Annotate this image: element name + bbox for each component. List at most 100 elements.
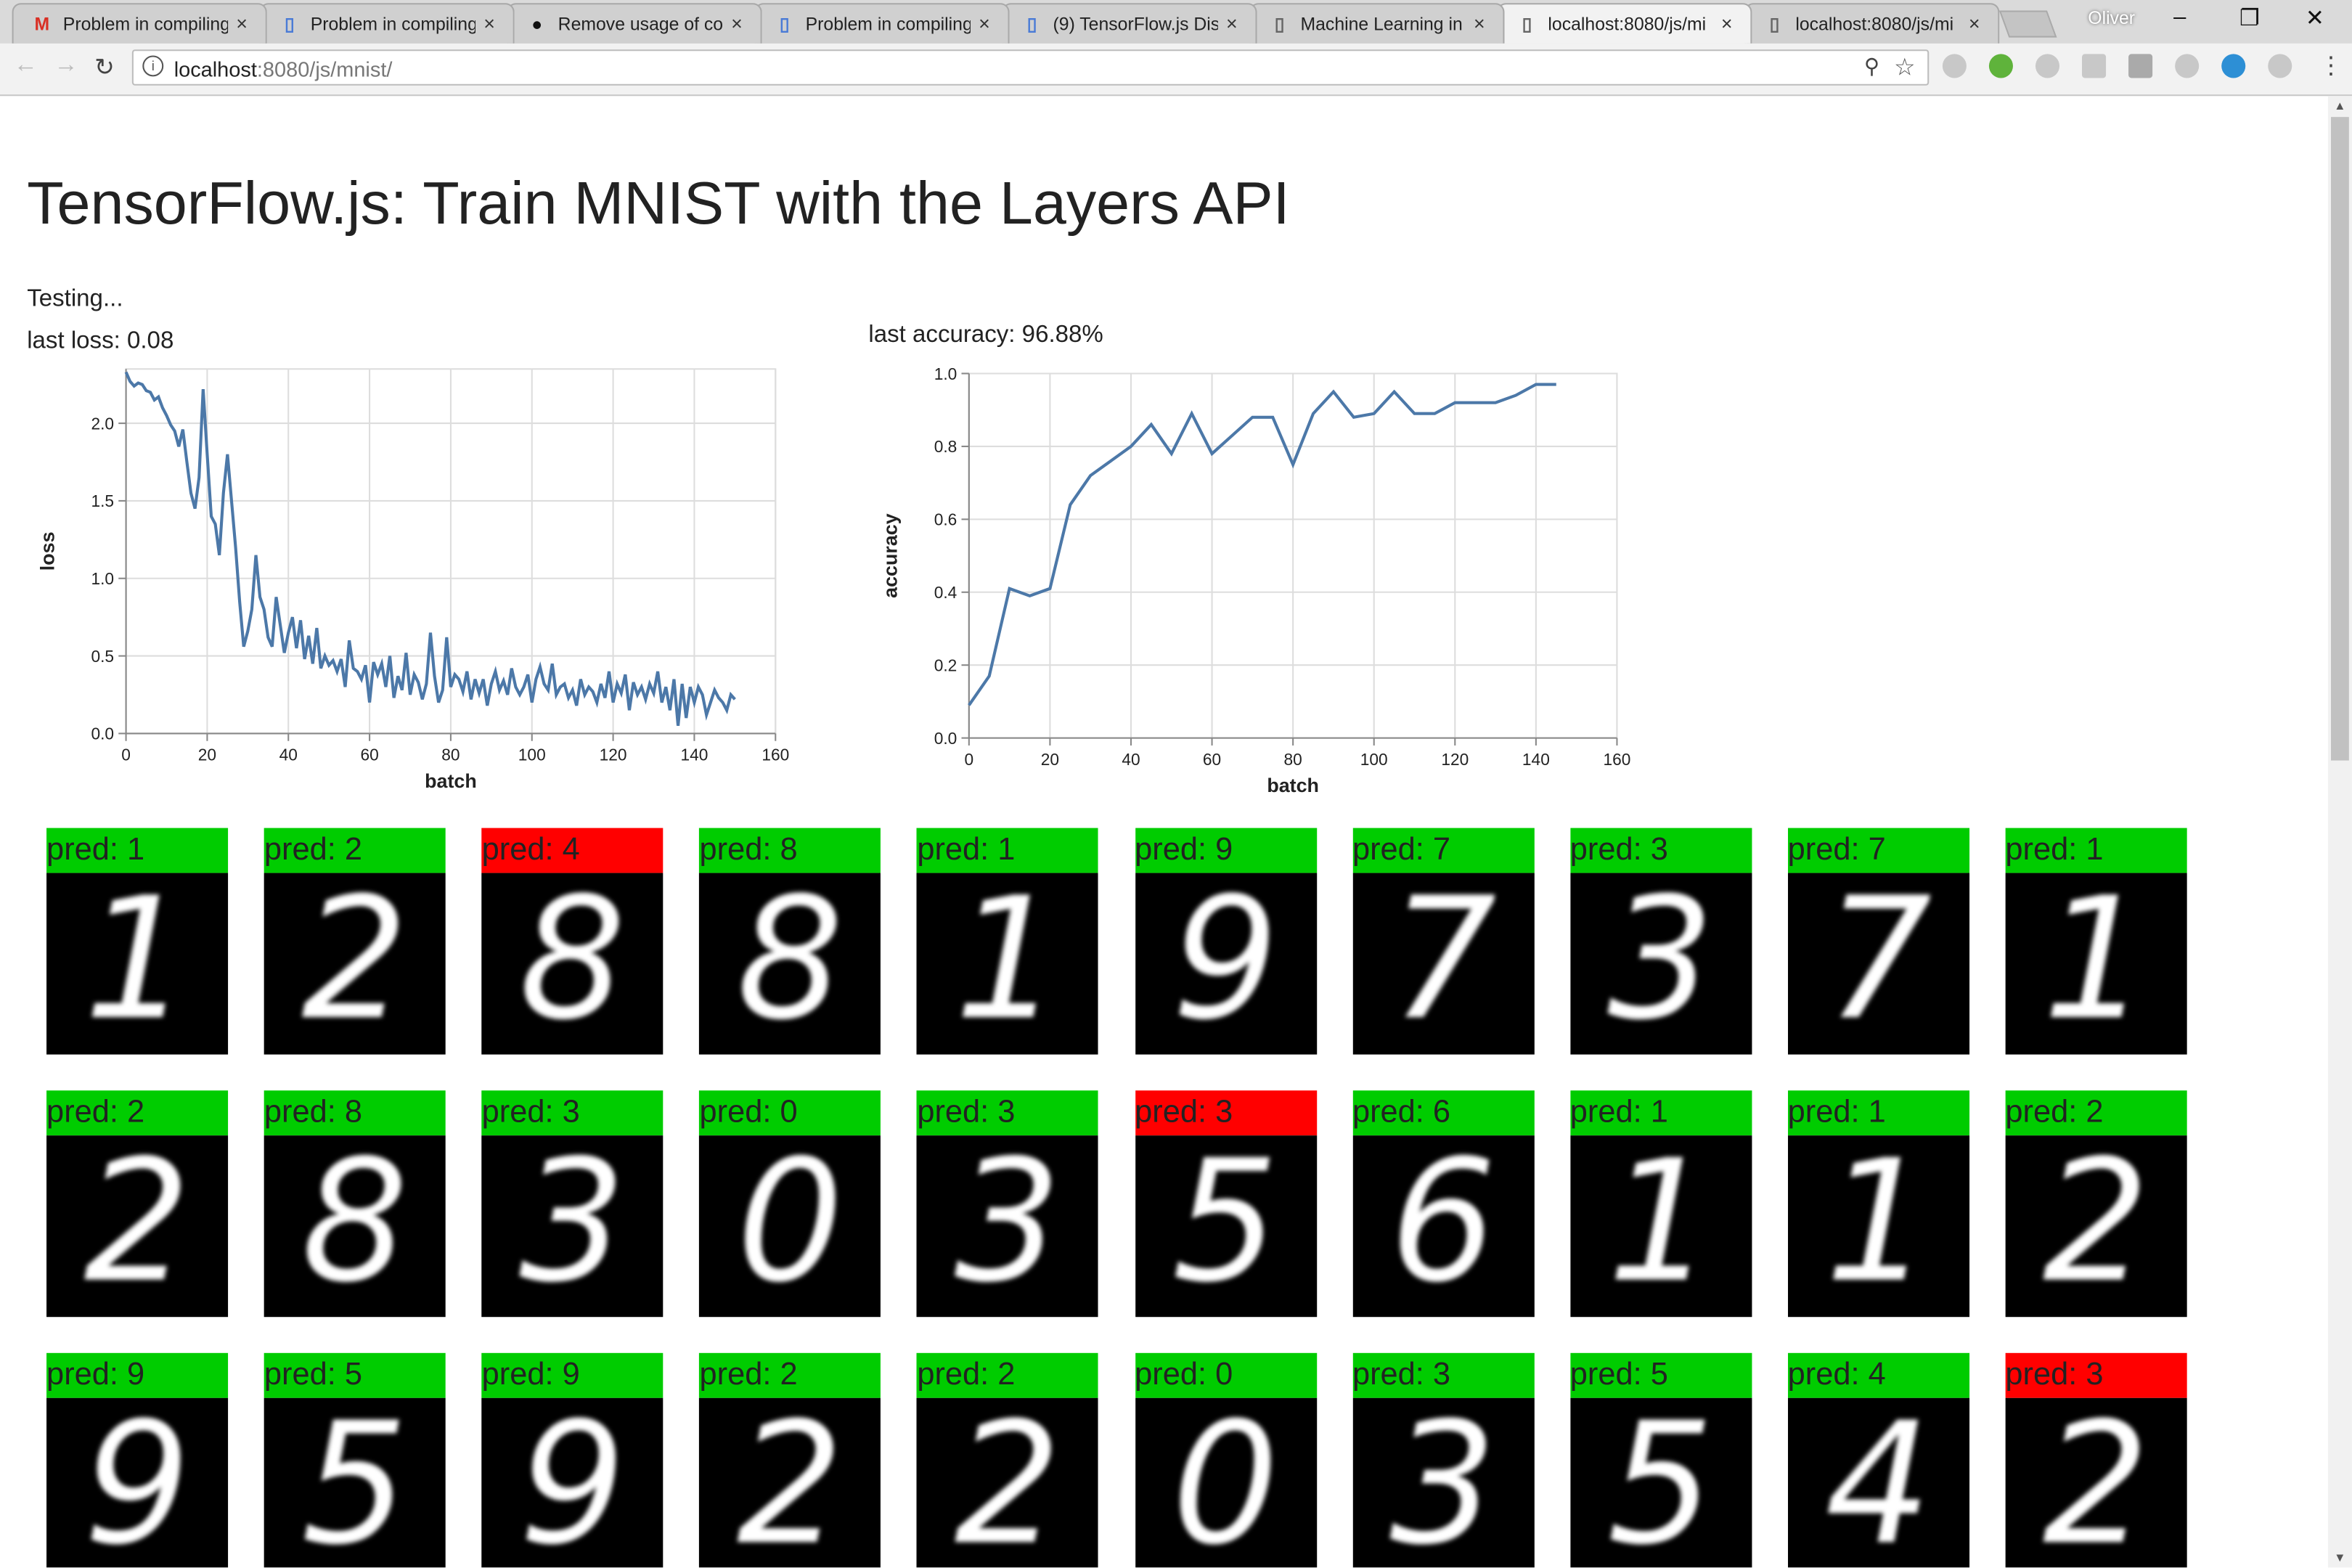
prediction-label: pred: 3 — [1352, 1352, 1534, 1398]
handwritten-digit: 8 — [519, 873, 626, 1055]
tab-title: Problem in compiling — [805, 13, 971, 35]
handwritten-digit: 1 — [954, 873, 1061, 1055]
browser-tab[interactable]: ▯ localhost:8080/js/mi × — [1744, 3, 2000, 44]
extension-icon[interactable] — [2221, 54, 2246, 78]
restore-icon[interactable]: ❐ — [2239, 4, 2260, 31]
close-tab-icon[interactable]: × — [979, 12, 990, 35]
x-tick-label: 100 — [518, 746, 546, 764]
x-tick-label: 80 — [441, 746, 460, 764]
x-axis-label: batch — [425, 770, 477, 792]
prediction-tile: pred: 48 — [481, 828, 663, 1055]
handwritten-digit: 5 — [1172, 1135, 1279, 1318]
bookmark-star-icon[interactable]: ☆ — [1894, 52, 1916, 82]
back-icon[interactable]: ← — [14, 52, 38, 79]
handwritten-digit: 8 — [301, 1135, 409, 1318]
browser-tab[interactable]: ● Remove usage of co × — [507, 3, 762, 44]
handwritten-digit: 2 — [954, 1397, 1061, 1568]
handwritten-digit: 3 — [1607, 873, 1715, 1055]
scroll-down-icon[interactable]: ▼ — [2334, 1551, 2345, 1565]
close-tab-icon[interactable]: × — [236, 12, 248, 35]
profile-name[interactable]: Oliver — [2088, 7, 2135, 28]
extension-icon[interactable] — [2175, 54, 2200, 78]
x-tick-label: 20 — [1041, 750, 1059, 769]
prediction-tile: pred: 33 — [1352, 1352, 1534, 1568]
handwritten-digit: 5 — [301, 1397, 409, 1568]
digit-image: 1 — [917, 873, 1099, 1055]
digit-image: 8 — [481, 873, 663, 1055]
close-tab-icon[interactable]: × — [1969, 12, 1980, 35]
accuracy-chart: 0 20 40 60 80 100 120 140 160 0.0 0.2 0.4 0.6 0.8 1.0 b… — [880, 364, 1631, 796]
scrollbar-thumb[interactable] — [2331, 117, 2349, 761]
handwritten-digit: 3 — [1389, 1397, 1497, 1568]
close-tab-icon[interactable]: × — [1474, 12, 1485, 35]
browser-tab[interactable]: ▯ Problem in compiling × — [754, 3, 1010, 44]
y-tick-label: 2.0 — [91, 414, 114, 433]
close-window-icon[interactable]: ✕ — [2306, 4, 2324, 31]
browser-tab[interactable]: ▯ Machine Learning in × — [1249, 3, 1505, 44]
address-bar[interactable]: i localhost:8080/js/mnist/ ⚲ ☆ — [131, 49, 1930, 86]
extension-icon[interactable] — [2082, 54, 2107, 78]
y-tick-label: 0.4 — [934, 583, 957, 602]
handwritten-digit: 1 — [1607, 1135, 1715, 1318]
series-line — [968, 383, 1556, 706]
handwritten-digit: 2 — [2042, 1397, 2150, 1568]
extension-icon[interactable] — [2128, 54, 2153, 78]
page-content: TensorFlow.js: Train MNIST with the Laye… — [0, 96, 2328, 1568]
google-groups-icon: ▯ — [779, 13, 790, 35]
browser-tab[interactable]: M Problem in compiling × — [12, 3, 267, 44]
browser-menu-icon[interactable]: ⋮ — [2319, 51, 2343, 81]
prediction-label: pred: 1 — [1787, 1090, 1969, 1136]
digit-image: 1 — [1787, 1135, 1969, 1318]
browser-tab[interactable]: ▯ (9) TensorFlow.js Dis × — [1002, 3, 1257, 44]
handwritten-digit: 0 — [736, 1135, 844, 1318]
digit-image: 2 — [2005, 1397, 2187, 1568]
github-icon: ● — [531, 13, 543, 35]
prediction-tile: pred: 22 — [264, 828, 446, 1055]
prediction-tile: pred: 44 — [1787, 1352, 1969, 1568]
prediction-tile: pred: 11 — [1569, 1090, 1752, 1318]
close-tab-icon[interactable]: × — [731, 12, 743, 35]
reload-icon[interactable]: ↻ — [94, 52, 115, 82]
prediction-label: pred: 1 — [2005, 828, 2187, 873]
x-tick-label: 40 — [1122, 750, 1140, 769]
prediction-label: pred: 5 — [264, 1352, 446, 1398]
digit-image: 0 — [1135, 1397, 1317, 1568]
x-tick-label: 60 — [360, 746, 378, 764]
google-groups-icon: ▯ — [284, 13, 295, 35]
x-tick-label: 100 — [1360, 750, 1388, 769]
extension-icon[interactable] — [2035, 54, 2060, 78]
forward-icon[interactable]: → — [54, 52, 78, 79]
prediction-label: pred: 1 — [46, 828, 229, 873]
vertical-scrollbar[interactable]: ▲ ▼ — [2327, 96, 2352, 1568]
scroll-up-icon[interactable]: ▲ — [2334, 99, 2345, 113]
close-tab-icon[interactable]: × — [1226, 12, 1238, 35]
url-text[interactable]: localhost:8080/js/mnist/ — [174, 57, 393, 81]
extension-icon[interactable] — [2268, 54, 2292, 78]
drive-extension-icon[interactable] — [1942, 54, 1967, 78]
tab-strip: ▯ localhost:8080/js/mi × ▯ localhost:8080/js… — [0, 0, 2352, 44]
prediction-label: pred: 3 — [1569, 828, 1752, 873]
prediction-label: pred: 8 — [699, 828, 881, 873]
close-tab-icon[interactable]: × — [1721, 12, 1733, 35]
y-tick-label: 0.6 — [934, 510, 957, 529]
handwritten-digit: 1 — [83, 873, 191, 1055]
digit-image: 9 — [46, 1397, 229, 1568]
zoom-icon[interactable]: ⚲ — [1864, 54, 1879, 79]
minimize-icon[interactable]: – — [2173, 4, 2186, 30]
handwritten-digit: 2 — [83, 1135, 191, 1318]
handwritten-digit: 9 — [519, 1397, 626, 1568]
prediction-tile: pred: 99 — [1135, 828, 1317, 1055]
prediction-tile: pred: 33 — [917, 1090, 1099, 1318]
prediction-label: pred: 4 — [481, 828, 663, 873]
close-tab-icon[interactable]: × — [483, 12, 495, 35]
browser-tab[interactable]: ▯ localhost:8080/js/mi × — [1497, 3, 1752, 44]
green-extension-icon[interactable] — [1988, 54, 2013, 78]
browser-toolbar: ← → ↻ i localhost:8080/js/mnist/ ⚲ ☆ ⋮ — [0, 43, 2352, 97]
digit-image: 0 — [699, 1135, 881, 1318]
digit-image: 9 — [1135, 873, 1317, 1055]
site-info-icon[interactable]: i — [142, 55, 164, 77]
browser-tab[interactable]: ▯ Problem in compiling × — [259, 3, 515, 44]
new-tab-button[interactable] — [1998, 10, 2057, 38]
handwritten-digit: 1 — [1824, 1135, 1932, 1318]
prediction-label: pred: 9 — [481, 1352, 663, 1398]
